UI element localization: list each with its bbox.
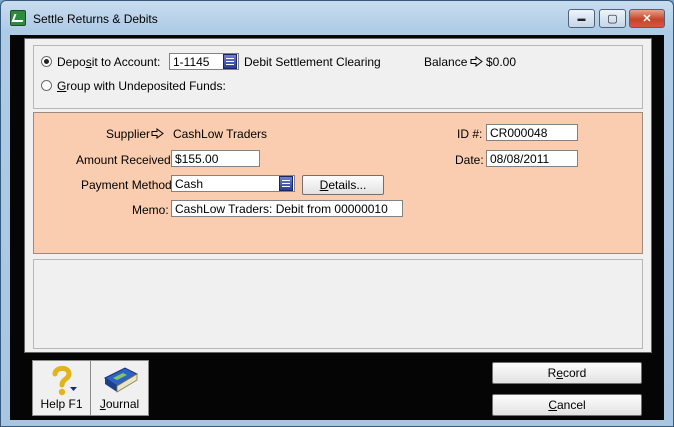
help-label: Help F1 — [40, 397, 83, 411]
account-lookup-button[interactable] — [223, 54, 237, 69]
date-input[interactable]: 08/08/2011 — [486, 150, 578, 167]
memo-label: Memo: — [132, 203, 169, 217]
payment-method-select[interactable]: Cash — [171, 175, 295, 192]
details-button[interactable]: Details... — [302, 175, 384, 195]
help-button[interactable]: Help F1 — [32, 360, 91, 416]
minimize-icon: ▬ — [577, 14, 586, 23]
group-undeposited-label: Group with Undeposited Funds: — [57, 79, 226, 93]
memo-input[interactable]: CashLow Traders: Debit from 00000010 — [171, 200, 403, 217]
amount-received-label: Amount Received: — [76, 153, 175, 167]
payment-method-dropdown-button[interactable] — [279, 176, 293, 191]
close-icon: ✕ — [642, 13, 652, 25]
main-content: Deposit to Account: 1-1145 Debit Settlem… — [24, 38, 652, 353]
journal-button[interactable]: Journal — [90, 360, 149, 416]
record-button[interactable]: Re cord — [492, 362, 642, 384]
cancel-button[interactable]: Cancel — [492, 394, 642, 416]
id-input[interactable]: CR000048 — [486, 124, 578, 141]
account-name: Debit Settlement Clearing — [244, 55, 381, 69]
group-undeposited-radio[interactable] — [41, 80, 52, 91]
minimize-button[interactable]: ▬ — [568, 9, 595, 28]
journal-label: Journal — [99, 397, 140, 411]
maximize-button[interactable]: ▢ — [599, 9, 626, 28]
journal-book-icon — [104, 367, 139, 393]
id-label: ID #: — [457, 127, 483, 141]
supplier-label: Supplier — [106, 127, 151, 141]
date-label: Date: — [455, 153, 484, 167]
maximize-icon: ▢ — [607, 13, 618, 25]
balance-value: $0.00 — [486, 55, 517, 69]
amount-received-input[interactable]: $155.00 — [171, 150, 260, 167]
close-button[interactable]: ✕ — [629, 9, 665, 28]
empty-panel — [33, 259, 643, 349]
app-icon — [10, 10, 26, 26]
payment-method-label: Payment Method: — [81, 178, 176, 192]
supplier-arrow-icon[interactable] — [151, 128, 164, 139]
supplier-details-panel: Supplier CashLow Traders Amount Received… — [33, 112, 643, 254]
deposit-options-panel: Deposit to Account: 1-1145 Debit Settlem… — [33, 45, 643, 109]
settle-returns-window: Settle Returns & Debits ▬ ▢ ✕ Deposit to… — [0, 0, 674, 427]
balance-label: Balance — [424, 55, 468, 69]
balance-arrow-icon — [470, 56, 483, 67]
title-bar[interactable]: Settle Returns & Debits ▬ ▢ ✕ — [1, 1, 673, 35]
window-title: Settle Returns & Debits — [33, 12, 158, 26]
deposit-to-account-label: Deposit to Account: — [57, 55, 161, 69]
deposit-to-account-radio[interactable] — [41, 56, 52, 67]
help-question-icon — [52, 365, 77, 396]
supplier-value: CashLow Traders — [173, 127, 268, 141]
